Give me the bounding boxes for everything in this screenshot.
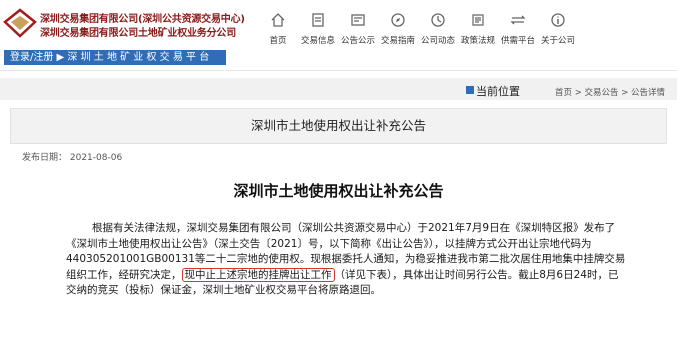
notice-title-box: 深圳市土地使用权出让补充公告 <box>10 108 667 144</box>
publish-date: 发布日期： 2021-08-06 <box>22 153 123 163</box>
nav-item-policy[interactable]: 政策法规 <box>458 12 498 46</box>
nav-label: 交易指南 <box>380 36 415 46</box>
nav-item-supply-demand[interactable]: 供需平台 <box>498 12 538 46</box>
nav-item-announcement[interactable]: 公告公示 <box>338 12 378 46</box>
trade-info-icon <box>312 13 324 27</box>
site-header: 深圳交易集团有限公司(深圳公共资源交易中心) 深圳交易集团有限公司土地矿业权业务… <box>0 0 677 68</box>
highlighted-text: 现中止上述宗地的挂牌出让工作 <box>181 267 335 282</box>
announcement-icon <box>351 14 365 26</box>
nav-item-about[interactable]: 关于公司 <box>538 12 578 46</box>
policy-icon <box>472 14 484 26</box>
home-icon <box>271 13 285 27</box>
nav-item-company-news[interactable]: 公司动态 <box>418 12 458 46</box>
notice-body-paragraph: 根据有关法律法规，深圳交易集团有限公司（深圳公共资源交易中心）于2021年7月9… <box>66 221 626 299</box>
header-divider <box>0 70 677 71</box>
about-icon <box>551 13 565 27</box>
nav-label: 关于公司 <box>540 36 575 46</box>
org-name-line2: 深圳交易集团有限公司土地矿业权业务分公司 <box>40 28 236 39</box>
breadcrumb-title: 当前位置 <box>476 85 520 98</box>
nav-item-trade-info[interactable]: 交易信息 <box>298 12 338 46</box>
nav-label: 政策法规 <box>460 36 495 46</box>
supply-demand-icon <box>510 15 526 25</box>
guide-icon <box>391 13 405 27</box>
breadcrumb-path[interactable]: 首页 > 交易公告 > 公告详情 <box>555 86 665 98</box>
nav-label: 供需平台 <box>500 36 535 46</box>
nav-label: 公司动态 <box>420 36 455 46</box>
logo-icon <box>3 8 37 38</box>
nav-label: 交易信息 <box>300 36 335 46</box>
nav-item-home[interactable]: 首页 <box>258 12 298 46</box>
location-icon <box>466 86 474 94</box>
login-register-bar[interactable]: 登录/注册 ▶ 深 圳 土 地 矿 业 权 交 易 平 台 <box>4 50 226 65</box>
nav-label: 首页 <box>269 36 287 46</box>
notice-heading: 深圳市土地使用权出让补充公告 <box>233 182 444 200</box>
company-news-icon <box>431 13 445 27</box>
org-name-line1: 深圳交易集团有限公司(深圳公共资源交易中心) <box>40 14 245 25</box>
nav-item-guide[interactable]: 交易指南 <box>378 12 418 46</box>
nav-label: 公告公示 <box>340 36 375 46</box>
